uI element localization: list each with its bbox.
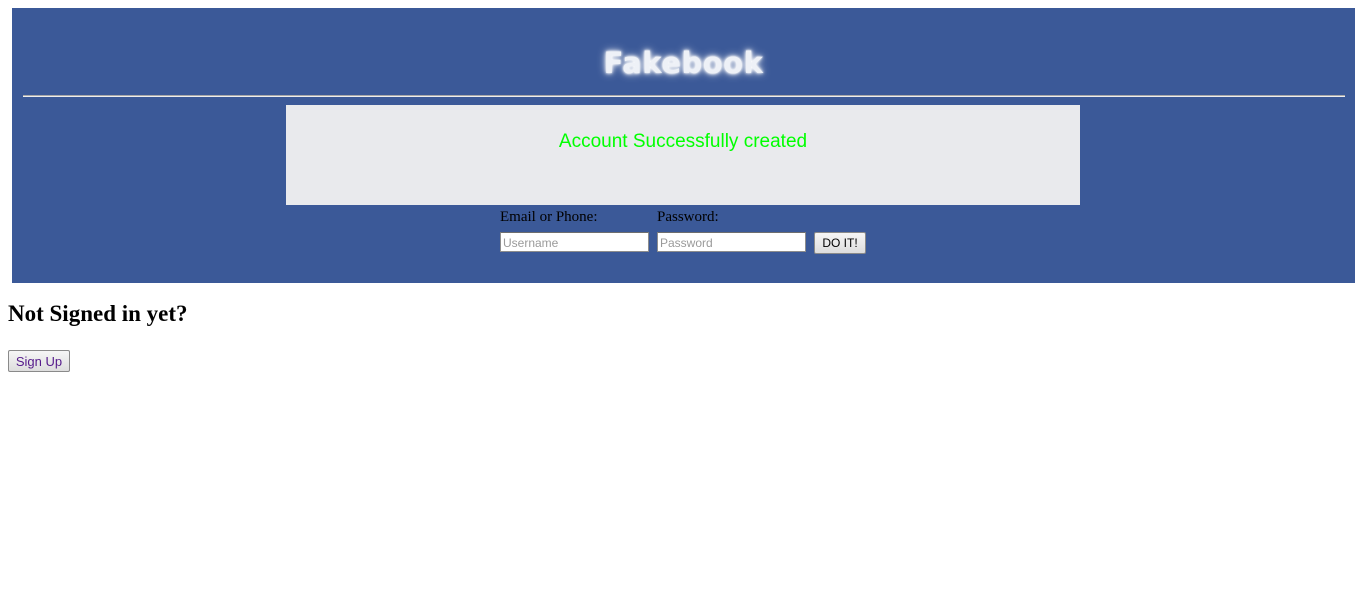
header-divider (23, 95, 1345, 97)
email-label: Email or Phone: (500, 209, 598, 225)
signup-button[interactable]: Sign Up (8, 350, 70, 372)
signup-heading: Not Signed in yet? (8, 301, 188, 326)
password-label: Password: (657, 209, 719, 225)
username-input[interactable] (500, 232, 649, 252)
notice-box: Account Successfully created (286, 105, 1080, 205)
success-message: Account Successfully created (558, 131, 808, 152)
header-banner: Fakebook Account Successfully created Em… (12, 8, 1355, 283)
password-input[interactable] (657, 232, 806, 252)
login-button[interactable]: DO IT! (814, 232, 866, 254)
site-logo: Fakebook (603, 46, 764, 80)
